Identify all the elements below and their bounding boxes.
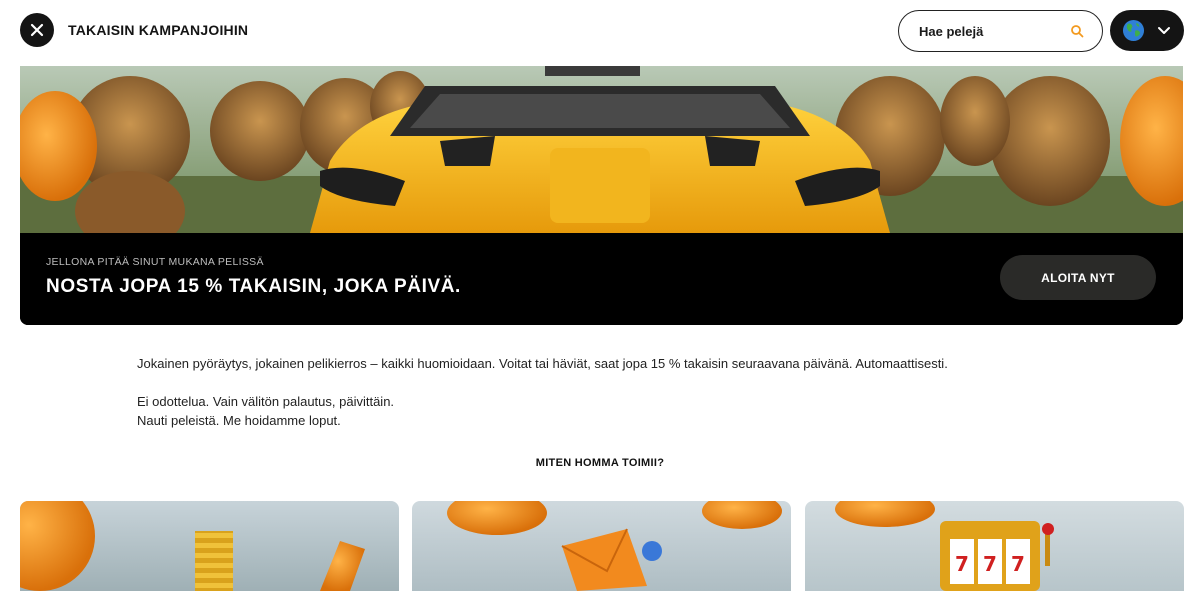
hero-title: NOSTA JOPA 15 % TAKAISIN, JOKA PÄIVÄ.	[46, 276, 461, 297]
step-card-2	[412, 501, 791, 591]
close-button[interactable]	[20, 13, 54, 47]
envelope-illustration	[412, 501, 791, 591]
how-it-works-heading: MITEN HOMMA TOIMII?	[535, 457, 665, 469]
close-icon	[30, 23, 44, 37]
svg-text:7: 7	[1011, 552, 1025, 576]
hero-image	[20, 66, 1183, 233]
search-icon[interactable]	[1070, 24, 1084, 38]
description-paragraph: Jokainen pyöräytys, jokainen pelikierros…	[137, 356, 948, 371]
description-line: Nauti peleistä. Me hoidamme loput.	[137, 413, 341, 428]
promo-description: Jokainen pyöräytys, jokainen pelikierros…	[137, 354, 1037, 430]
search-box[interactable]	[898, 10, 1103, 52]
hero-kicker: JELLONA PITÄÄ SINUT MUKANA PELISSÄ	[46, 256, 264, 268]
search-input[interactable]	[919, 23, 1059, 39]
step-card-1	[20, 501, 399, 591]
hero-info-bar: JELLONA PITÄÄ SINUT MUKANA PELISSÄ NOSTA…	[20, 233, 1183, 325]
promo-hero-banner: JELLONA PITÄÄ SINUT MUKANA PELISSÄ NOSTA…	[20, 66, 1183, 325]
coin-stack-illustration	[20, 501, 399, 591]
svg-text:7: 7	[983, 552, 997, 576]
chevron-down-icon	[1158, 26, 1170, 34]
step-card-3: 7 7 7	[805, 501, 1184, 591]
slot-machine-illustration: 7 7 7	[805, 501, 1184, 591]
language-selector[interactable]	[1110, 10, 1184, 51]
start-now-button[interactable]: ALOITA NYT	[1000, 255, 1156, 300]
description-line: Ei odottelua. Vain välitön palautus, päi…	[137, 394, 395, 409]
svg-text:7: 7	[955, 552, 969, 576]
globe-icon	[1122, 19, 1145, 42]
top-header: TAKAISIN KAMPANJOIHIN	[0, 0, 1200, 66]
back-to-campaigns-link[interactable]: TAKAISIN KAMPANJOIHIN	[68, 22, 248, 38]
